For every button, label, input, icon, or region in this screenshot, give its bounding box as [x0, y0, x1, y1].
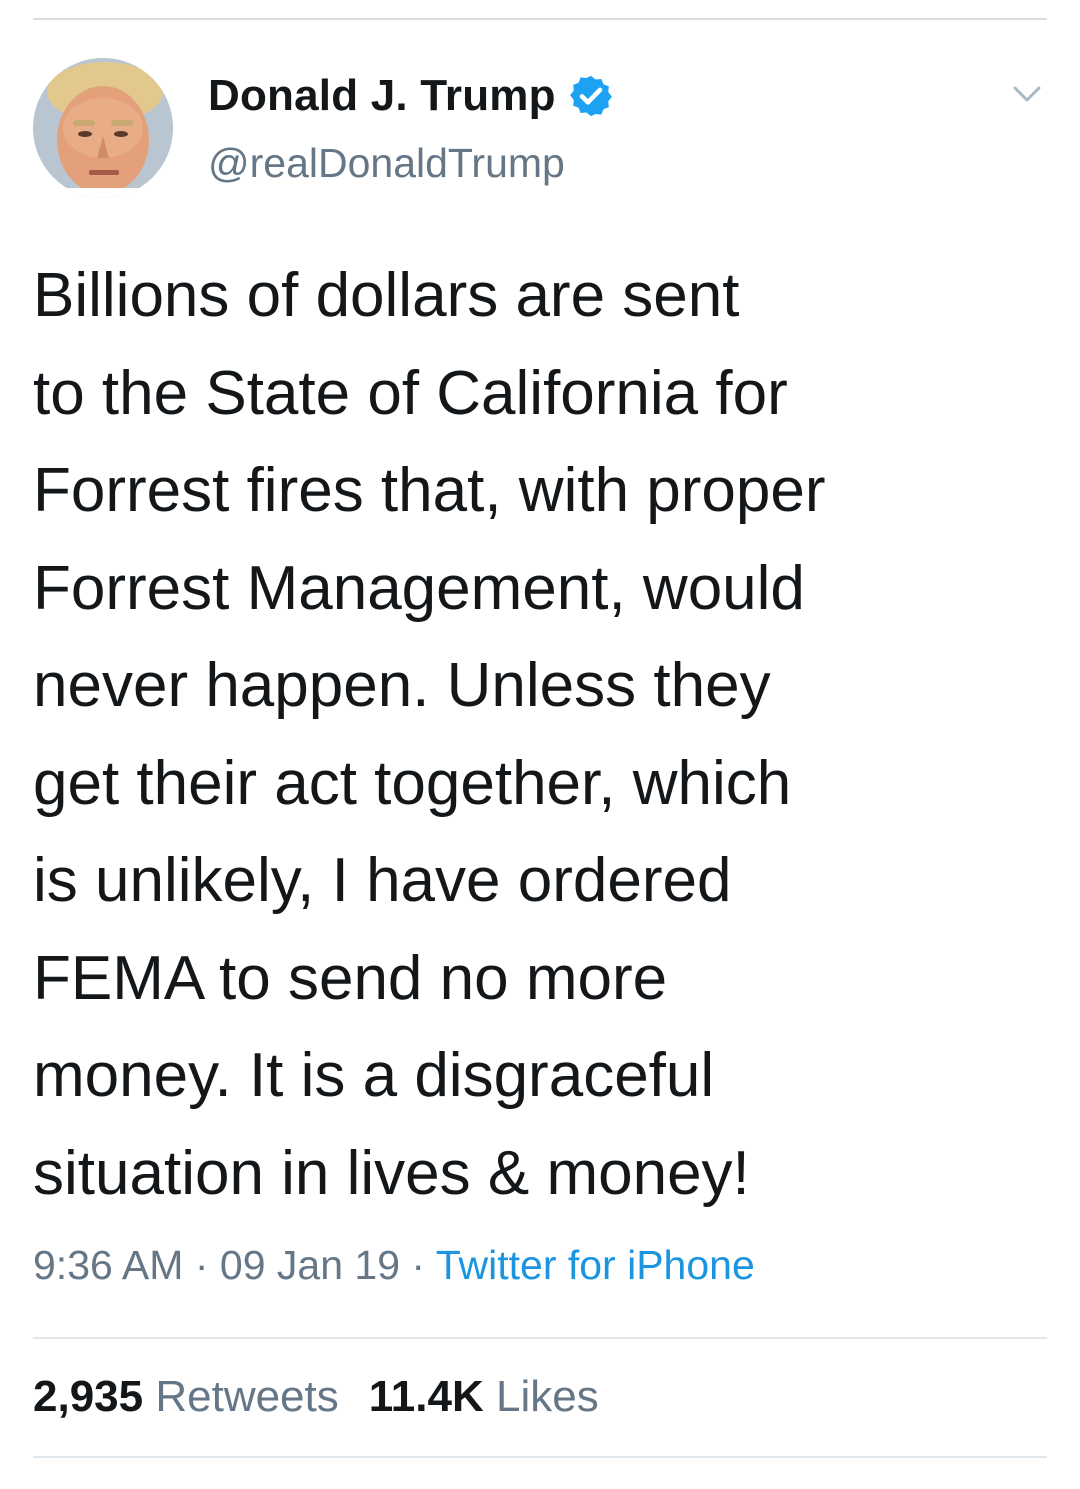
meta-separator: · [194, 1242, 209, 1288]
display-name[interactable]: Donald J. Trump [208, 71, 556, 121]
tweet-text: Billions of dollars are sent to the Stat… [33, 247, 1043, 1222]
retweets-stat[interactable]: 2,935 Retweets [33, 1372, 339, 1421]
verified-badge-icon [569, 75, 612, 117]
tweet-line: Forrest Management, would [33, 553, 805, 623]
user-handle[interactable]: @realDonaldTrump [208, 140, 565, 187]
top-divider [33, 18, 1047, 20]
likes-label: Likes [495, 1372, 599, 1421]
chevron-down-icon[interactable] [1007, 78, 1047, 110]
tweet-line: get their act together, which [33, 748, 792, 818]
tweet-line: never happen. Unless they [33, 651, 771, 720]
tweet-stats: 2,935 Retweets 11.4K Likes [33, 1372, 599, 1422]
tweet-date[interactable]: 09 Jan 19 [220, 1242, 400, 1288]
avatar-image [33, 58, 173, 198]
tweet-line: Forrest fires that, with proper [33, 456, 826, 525]
tweet-header: Donald J. Trump @realDonaldTrump [33, 58, 1047, 198]
tweet-line: to the State of California for [33, 358, 788, 428]
tweet-time[interactable]: 9:36 AM [33, 1242, 183, 1288]
tweet-line: is unlikely, I have ordered [33, 846, 732, 915]
tweet-line: Billions of dollars are sent [33, 261, 740, 330]
retweets-label: Retweets [155, 1372, 339, 1421]
likes-stat[interactable]: 11.4K Likes [369, 1372, 599, 1421]
tweet-line: money. It is a disgraceful [33, 1041, 715, 1110]
divider [33, 1337, 1047, 1339]
retweets-count: 2,935 [33, 1372, 144, 1421]
avatar[interactable] [33, 58, 173, 198]
tweet-line: situation in lives & money! [33, 1138, 750, 1208]
tweet-source-link[interactable]: Twitter for iPhone [436, 1242, 755, 1288]
meta-separator: · [411, 1242, 426, 1288]
name-row: Donald J. Trump [208, 66, 614, 126]
divider [33, 1456, 1047, 1458]
tweet-line: FEMA to send no more [33, 943, 668, 1013]
likes-count: 11.4K [368, 1372, 484, 1421]
tweet-meta: 9:36 AM · 09 Jan 19 · Twitter for iPhone [33, 1242, 755, 1289]
